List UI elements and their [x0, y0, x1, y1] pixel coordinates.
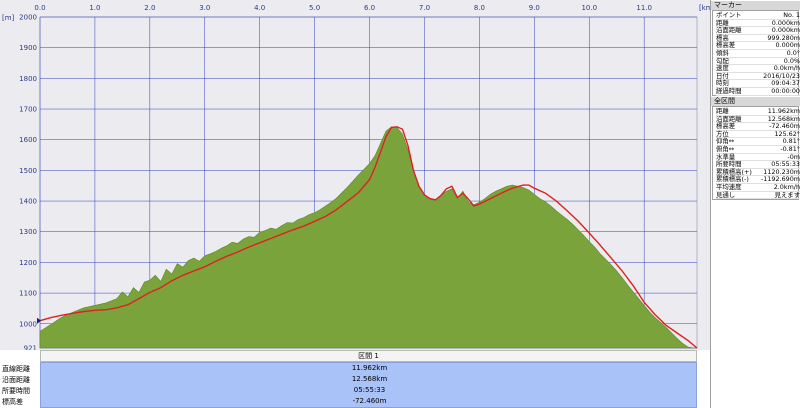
- x-tick-label: 1.0: [89, 4, 100, 12]
- x-tick-label: 6.0: [364, 4, 375, 12]
- x-tick-label: 7.0: [419, 4, 430, 12]
- y-tick-label: 1300: [19, 228, 37, 236]
- y-tick-label: 1500: [19, 167, 37, 175]
- marker-info-value: 00:00:00: [771, 87, 800, 95]
- y-tick-label: 1600: [19, 136, 37, 144]
- stat-value-surface-distance: 12.568km: [351, 375, 388, 383]
- y-tick-label: 1700: [19, 106, 37, 114]
- x-tick-labels: 0.0 1.0 2.0 3.0 4.0 5.0 6.0 7.0 8.0 9.0 10.0 11.0: [34, 4, 652, 12]
- y-tick-label: 1000: [19, 320, 37, 328]
- section-stats-panel: 直線距離 沿面距離 所要時間 標高差 11.962km 12.568km 05:…: [0, 362, 710, 408]
- x-tick-label: 4.0: [254, 4, 265, 12]
- section-panel-title: 全区間: [711, 97, 800, 106]
- section-info-key: 見通し: [716, 190, 736, 199]
- x-tick-label: 10.0: [581, 4, 597, 12]
- stat-label-duration: 所要時間: [2, 387, 30, 395]
- stat-label-surface-distance: 沿面距離: [2, 376, 30, 384]
- y-tick-label: 2000: [19, 14, 37, 22]
- x-tick-label: 5.0: [309, 4, 320, 12]
- stat-value-elevation-diff: -72.460m: [352, 397, 387, 405]
- marker-info-row: 経過時間 00:00:00: [716, 87, 800, 96]
- section-info-box: 距離 11.962km 沿面距離 12.568km 標高差 -72.460m 方位 125.6…: [712, 106, 800, 200]
- y-tick-label: 1800: [19, 75, 37, 83]
- x-tick-label: 0.0: [34, 4, 45, 12]
- x-tick-label: 8.0: [474, 4, 485, 12]
- stat-value-duration: 05:55:33: [353, 386, 386, 394]
- marker-panel-title: マーカー: [711, 1, 800, 10]
- elevation-profile-chart[interactable]: 0.0 1.0 2.0 3.0 4.0 5.0 6.0 7.0 8.0 9.0 10.0 11.0 2…: [0, 0, 710, 350]
- y-unit-label: [m]: [2, 14, 15, 22]
- section-info-value: 見えます: [774, 190, 800, 199]
- y-tick-label: 1200: [19, 259, 37, 267]
- stat-values-box: 11.962km 12.568km 05:55:33 -72.460m: [40, 362, 697, 408]
- x-unit-label: [km]: [699, 4, 710, 12]
- y-tick-labels: 2000 1900 1800 1700 1600 1500 1400 1300 1200 1100…: [19, 14, 37, 351]
- chart-svg: 0.0 1.0 2.0 3.0 4.0 5.0 6.0 7.0 8.0 9.0 10.0 11.0 2…: [2, 4, 710, 351]
- y-tick-label: 1900: [19, 44, 37, 52]
- section-info-row: 見通し 見えます: [716, 190, 800, 200]
- marker-info-box: ポイント No. 1 距離 0.000km 沿面距離 0.000km 標高 999.280m 標…: [712, 10, 800, 96]
- stat-label-straight-distance: 直線距離: [2, 365, 30, 373]
- info-side-panel: マーカー ポイント No. 1 距離 0.000km 沿面距離 0.000km 標高 999.…: [710, 0, 800, 408]
- y-tick-label: 921: [24, 345, 37, 351]
- x-tick-label: 3.0: [199, 4, 210, 12]
- x-tick-label: 2.0: [144, 4, 155, 12]
- y-tick-label: 1100: [19, 290, 37, 298]
- marker-info-key: 経過時間: [716, 87, 742, 95]
- stat-label-elevation-diff: 標高差: [2, 398, 23, 406]
- section-header[interactable]: 区間 1: [40, 350, 697, 362]
- x-tick-label: 9.0: [529, 4, 540, 12]
- stat-value-straight-distance: 11.962km: [351, 364, 388, 372]
- x-tick-label: 11.0: [636, 4, 652, 12]
- y-tick-label: 1400: [19, 198, 37, 206]
